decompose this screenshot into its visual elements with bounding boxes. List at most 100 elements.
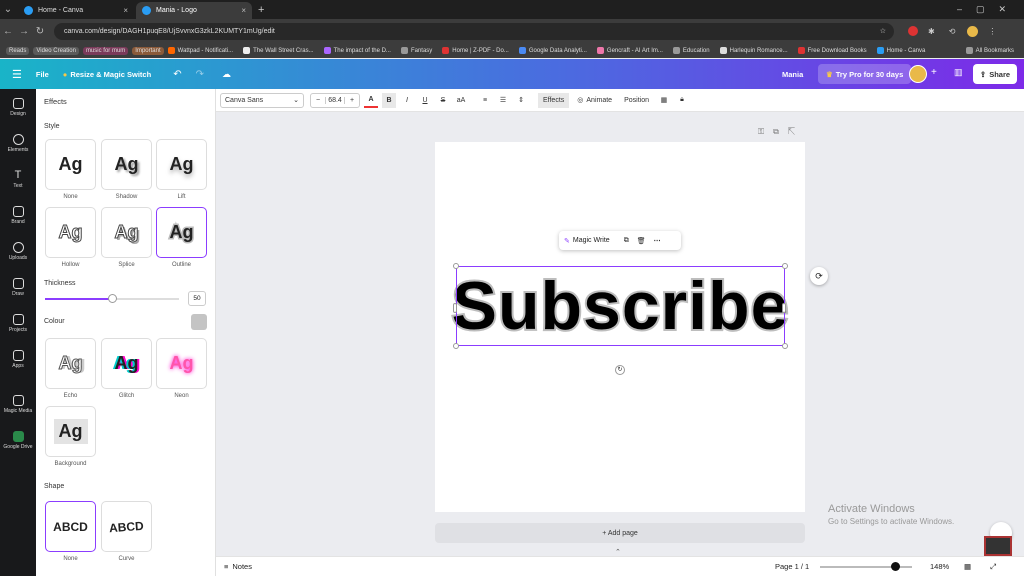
resize-handle[interactable] <box>782 303 786 313</box>
page-indicator[interactable]: Page 1 / 1 <box>775 562 809 571</box>
profile-avatar[interactable] <box>967 25 979 37</box>
shape-none-card[interactable]: ABCD <box>45 501 96 552</box>
delete-icon[interactable]: 🗑︎ <box>637 237 646 245</box>
insights-icon[interactable]: ▥ <box>954 67 963 78</box>
rail-item-apps[interactable]: Apps <box>0 350 36 369</box>
bookmark-item[interactable]: Gencraft - AI Art Im... <box>596 47 663 54</box>
effect-hollow-card[interactable]: Ag <box>45 207 96 258</box>
rail-item-text[interactable]: T Text <box>0 170 36 190</box>
bold-icon[interactable]: B <box>382 92 396 108</box>
forward-icon[interactable]: → <box>16 26 32 37</box>
bookmark-item[interactable]: The Wall Street Cras... <box>243 47 314 54</box>
increase-size-button[interactable]: + <box>345 97 359 104</box>
effect-neon-card[interactable]: Ag <box>156 338 207 389</box>
add-collaborator-icon[interactable]: + <box>931 67 937 78</box>
font-size-input[interactable]: 68.4 <box>325 96 345 104</box>
rail-item-design[interactable]: Design <box>0 98 36 117</box>
resize-button[interactable]: ● Resize & Magic Switch <box>63 70 151 79</box>
bookmark-item[interactable]: Home | Z-PDF - Do... <box>442 47 509 54</box>
lock-icon[interactable]: 🔒︎ <box>675 93 689 108</box>
page-actions[interactable]: ⚿⧉⇱ <box>758 127 804 137</box>
try-pro-button[interactable]: ♛ Try Pro for 30 days <box>818 64 912 84</box>
history-icon[interactable]: ⟲ <box>949 27 956 36</box>
bookmark-item[interactable]: Fantasy <box>400 47 432 54</box>
chevron-up-icon[interactable]: ⌃ <box>615 548 621 556</box>
resize-handle[interactable] <box>453 303 457 313</box>
close-icon[interactable]: × <box>123 6 128 15</box>
rail-item-uploads[interactable]: Uploads <box>0 242 36 261</box>
bookmark-item[interactable]: Harlequin Romance... <box>719 47 788 54</box>
file-menu[interactable]: File <box>36 70 49 79</box>
extensions-puzzle-icon[interactable]: ✱ <box>928 27 935 36</box>
underline-icon[interactable]: U <box>418 93 432 108</box>
thickness-slider-track[interactable] <box>45 294 179 303</box>
rail-item-google-drive[interactable]: Google Drive <box>0 431 36 450</box>
effect-lift-card[interactable]: Ag <box>156 139 207 190</box>
bookmark-item[interactable]: Wattpad - Notificati... <box>167 47 233 54</box>
resize-handle[interactable] <box>453 343 459 349</box>
effect-splice-card[interactable]: Ag <box>101 207 152 258</box>
duplicate-icon[interactable]: ⧉ <box>624 237 629 245</box>
thickness-slider-handle[interactable] <box>108 294 117 303</box>
letter-case-icon[interactable]: aA <box>454 93 468 108</box>
bookmark-item[interactable]: Education <box>672 47 710 54</box>
share-button[interactable]: ⇪ Share <box>973 64 1017 84</box>
resize-handle[interactable] <box>453 263 459 269</box>
colour-swatch[interactable] <box>191 314 207 330</box>
cloud-save-icon[interactable]: ☁ <box>222 69 231 80</box>
resize-handle[interactable] <box>782 343 788 349</box>
rail-item-elements[interactable]: Elements <box>0 134 36 153</box>
tab-list-icon[interactable]: ⌄ <box>0 4 16 15</box>
rail-item-brand[interactable]: Brand <box>0 206 36 225</box>
effect-echo-card[interactable]: Ag <box>45 338 96 389</box>
align-center-icon[interactable]: ≡ <box>478 93 492 108</box>
shape-curve-card[interactable]: ABCD <box>101 501 152 552</box>
refresh-icon[interactable]: ⟳ <box>810 267 828 285</box>
effect-shadow-card[interactable]: Ag <box>101 139 152 190</box>
hamburger-menu-icon[interactable]: ☰ <box>12 68 22 81</box>
animate-button[interactable]: ◎ Animate <box>573 93 616 108</box>
zoom-slider[interactable] <box>820 562 912 571</box>
design-title[interactable]: Mania <box>782 70 803 79</box>
extension-icon[interactable] <box>908 26 918 36</box>
italic-icon[interactable]: I <box>400 93 414 108</box>
bookmark-item[interactable]: The impact of the D... <box>323 47 391 54</box>
more-options-icon[interactable]: ⋯ <box>654 237 661 245</box>
notes-button[interactable]: ≡ Notes <box>224 562 252 571</box>
rail-item-magic-media[interactable]: Magic Media <box>0 395 36 414</box>
grid-view-icon[interactable]: ▦ <box>964 562 971 571</box>
fullscreen-icon[interactable]: ⤢ <box>990 562 996 572</box>
address-bar[interactable]: canva.com/design/DAGH1puqE8/UjSvvnxG3zkL… <box>54 22 894 40</box>
decrease-size-button[interactable]: − <box>311 97 325 104</box>
new-tab-icon[interactable]: + <box>258 4 264 16</box>
effect-background-card[interactable]: Ag <box>45 406 96 457</box>
bookmark-item[interactable]: Video Creation <box>33 46 79 55</box>
rail-item-projects[interactable]: Projects <box>0 314 36 333</box>
magic-write-button[interactable]: Magic Write <box>573 237 610 244</box>
close-icon[interactable]: × <box>241 6 246 15</box>
font-size-stepper[interactable]: − 68.4 + <box>310 92 360 108</box>
window-controls[interactable]: –▢✕ <box>957 4 1024 15</box>
thickness-input[interactable]: 50 <box>188 291 206 306</box>
zoom-level[interactable]: 148% <box>930 562 949 571</box>
strikethrough-icon[interactable]: S <box>436 93 450 108</box>
menu-icon[interactable]: ⋮ <box>988 27 996 36</box>
browser-tab[interactable]: Home - Canva × <box>18 2 134 19</box>
text-color-icon[interactable]: A <box>364 93 378 108</box>
zoom-slider-handle[interactable] <box>891 562 901 571</box>
redo-icon[interactable]: ↷ <box>196 69 204 80</box>
transparency-icon[interactable]: ▦ <box>657 93 671 108</box>
effect-outline-card[interactable]: Ag <box>156 207 207 258</box>
bookmark-item[interactable]: Reads <box>6 46 30 55</box>
rail-item-draw[interactable]: Draw <box>0 278 36 297</box>
undo-icon[interactable]: ↶ <box>173 69 181 80</box>
reload-icon[interactable]: ↻ <box>32 26 48 37</box>
list-icon[interactable]: ☰ <box>496 93 510 108</box>
bookmark-item[interactable]: Home - Canva <box>876 47 925 54</box>
bookmark-item[interactable]: Free Download Books <box>797 47 867 54</box>
bookmark-item[interactable]: Important <box>132 46 164 55</box>
bookmark-item[interactable]: music for mum <box>82 46 129 55</box>
font-family-select[interactable]: Canva Sans ⌄ <box>220 92 304 108</box>
rotate-icon[interactable]: ↻ <box>615 365 625 375</box>
effect-none-card[interactable]: Ag <box>45 139 96 190</box>
